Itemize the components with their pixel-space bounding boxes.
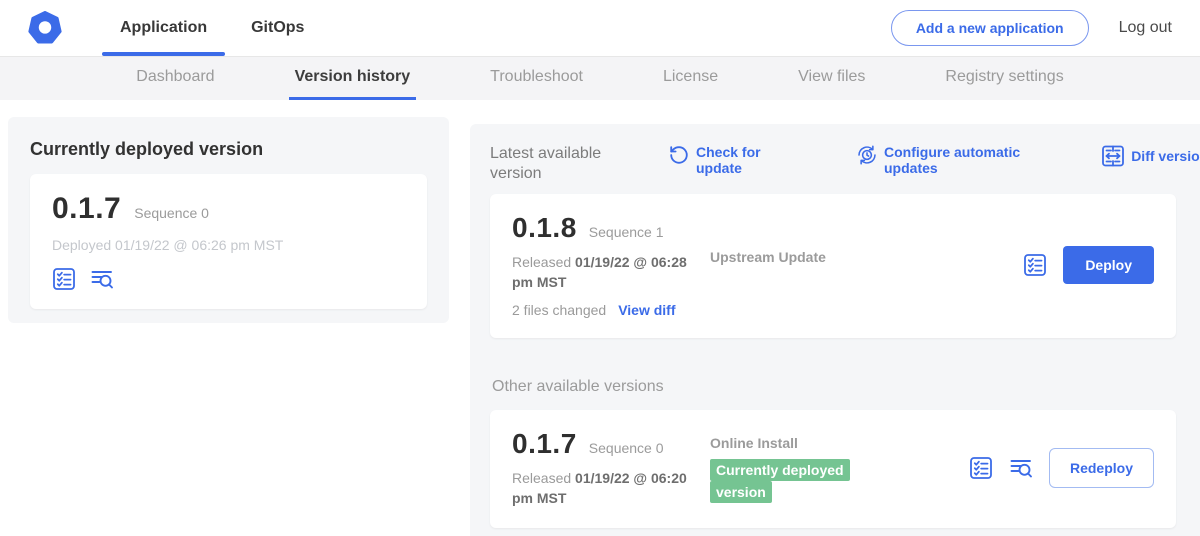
other-version-card: 0.1.7 Sequence 0 Released 01/19/22 @ 06:… <box>490 410 1176 528</box>
currently-deployed-badge: Currently deployed version <box>710 459 850 503</box>
tab-application-label: Application <box>120 19 207 37</box>
available-versions-panel: Latest available version Check for updat… <box>470 124 1200 536</box>
clock-refresh-icon <box>856 144 878 166</box>
diff-icon <box>1101 144 1125 168</box>
header-tabs: Application GitOps <box>98 0 326 56</box>
currently-deployed-panel: Currently deployed version 0.1.7 Sequenc… <box>8 117 449 323</box>
deployed-version-number: 0.1.7 <box>52 192 121 226</box>
topbar-right: Add a new application Log out <box>891 0 1172 56</box>
check-for-update-button[interactable]: Check for update <box>668 144 786 176</box>
main-content: Currently deployed version 0.1.7 Sequenc… <box>0 100 1200 536</box>
app-logo[interactable] <box>28 0 62 56</box>
heptagon-logo-icon <box>28 11 62 45</box>
deployed-date: Deployed 01/19/22 @ 06:26 pm MST <box>52 237 405 253</box>
tab-gitops[interactable]: GitOps <box>229 0 326 56</box>
active-tab-underline <box>102 52 225 56</box>
view-diff-link[interactable]: View diff <box>618 302 675 318</box>
other-available-versions-title: Other available versions <box>492 378 1200 396</box>
tab-application[interactable]: Application <box>98 0 229 56</box>
preflight-checklist-icon[interactable] <box>52 267 76 291</box>
latest-version-number: 0.1.8 <box>512 212 577 244</box>
refresh-icon <box>668 144 690 166</box>
other-version-sequence: Sequence 0 <box>589 440 664 456</box>
latest-available-title: Latest available version <box>490 144 638 184</box>
available-versions-header: Latest available version Check for updat… <box>490 144 1200 184</box>
deploy-button[interactable]: Deploy <box>1063 246 1154 284</box>
subnav-registry-settings[interactable]: Registry settings <box>939 57 1069 100</box>
diff-versions-button[interactable]: Diff versions <box>1101 144 1200 168</box>
diff-versions-label: Diff versions <box>1131 148 1200 164</box>
deployed-version-card: 0.1.7 Sequence 0 Deployed 01/19/22 @ 06:… <box>30 174 427 309</box>
subnav-version-history[interactable]: Version history <box>289 57 417 100</box>
latest-version-card: 0.1.8 Sequence 1 Released 01/19/22 @ 06:… <box>490 194 1176 338</box>
configure-automatic-updates-label: Configure automatic updates <box>884 144 1031 176</box>
other-version-source: Online Install <box>710 435 969 451</box>
preflight-checklist-icon[interactable] <box>1023 253 1047 277</box>
subnav-dashboard[interactable]: Dashboard <box>130 57 220 100</box>
view-files-search-icon[interactable] <box>1009 456 1033 480</box>
subnav-view-files[interactable]: View files <box>792 57 871 100</box>
add-new-application-button[interactable]: Add a new application <box>891 10 1089 46</box>
currently-deployed-badge-wrap: Currently deployed version <box>710 460 870 503</box>
logout-link[interactable]: Log out <box>1119 19 1172 37</box>
preflight-checklist-icon[interactable] <box>969 456 993 480</box>
latest-released-date: Released 01/19/22 @ 06:28 pm MST <box>512 253 700 292</box>
check-for-update-label: Check for update <box>696 144 786 176</box>
view-files-search-icon[interactable] <box>90 267 114 291</box>
app-subnav: Dashboard Version history Troubleshoot L… <box>0 57 1200 100</box>
configure-automatic-updates-button[interactable]: Configure automatic updates <box>856 144 1031 176</box>
redeploy-button[interactable]: Redeploy <box>1049 448 1154 488</box>
latest-version-sequence: Sequence 1 <box>589 224 664 240</box>
currently-deployed-title: Currently deployed version <box>30 139 427 160</box>
subnav-license[interactable]: License <box>657 57 724 100</box>
files-changed-label: 2 files changed <box>512 302 606 318</box>
tab-gitops-label: GitOps <box>251 19 304 37</box>
other-version-number: 0.1.7 <box>512 428 577 460</box>
top-navbar: Application GitOps Add a new application… <box>0 0 1200 57</box>
deployed-version-sequence: Sequence 0 <box>134 205 209 221</box>
other-released-date: Released 01/19/22 @ 06:20 pm MST <box>512 469 700 508</box>
latest-version-source: Upstream Update <box>710 212 1023 318</box>
subnav-troubleshoot[interactable]: Troubleshoot <box>484 57 589 100</box>
